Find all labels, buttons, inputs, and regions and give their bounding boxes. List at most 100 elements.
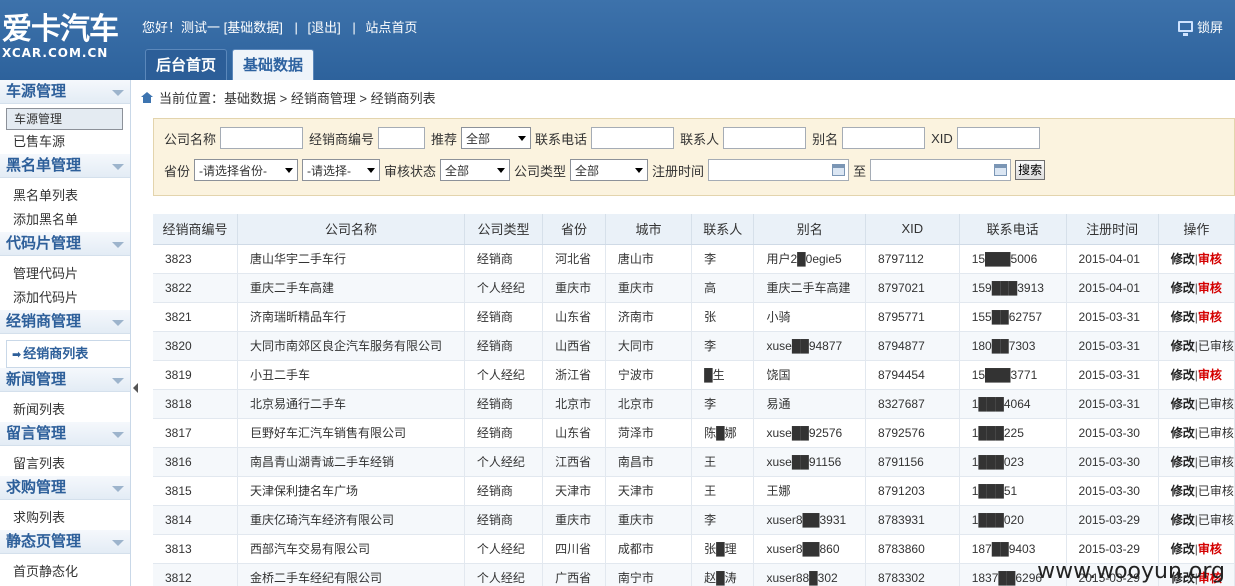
- cell-province: 重庆市: [542, 273, 606, 303]
- edit-link[interactable]: 修改: [1171, 426, 1195, 440]
- cell-alias: xuse██94877: [753, 331, 867, 361]
- topbar: 您好！测试一 [基础数据] | [退出] | 站点首页: [142, 20, 418, 35]
- dropdown-arrow-icon: [285, 167, 294, 173]
- audited-status: 已审核: [1197, 426, 1234, 440]
- recommend-select[interactable]: 全部: [461, 127, 532, 149]
- col-company-type[interactable]: 公司类型: [464, 214, 544, 245]
- cell-actions: 修改|已审核: [1158, 447, 1235, 477]
- cell-alias: 用户2█0egie5: [753, 244, 867, 274]
- col-province[interactable]: 省份: [542, 214, 606, 245]
- company-type-select[interactable]: 全部: [570, 159, 649, 181]
- cell-reg-date: 2015-03-31: [1066, 389, 1159, 419]
- cell-company-name: 金桥二手车经纪有限公司: [237, 563, 465, 586]
- audit-link[interactable]: 审核: [1198, 281, 1222, 295]
- edit-link[interactable]: 修改: [1171, 513, 1195, 527]
- edit-link[interactable]: 修改: [1171, 310, 1195, 324]
- province-select[interactable]: -请选择省份-: [194, 159, 299, 181]
- reg-date-to[interactable]: [870, 159, 1012, 181]
- cell-actions: 修改|已审核: [1158, 476, 1235, 506]
- sidebar-group-title[interactable]: 黑名单管理: [0, 154, 130, 178]
- sidebar-item-car-source[interactable]: 车源管理: [6, 108, 123, 130]
- contact-input[interactable]: [723, 127, 807, 149]
- alias-input[interactable]: [842, 127, 926, 149]
- tab-basic-data[interactable]: 基础数据: [232, 49, 315, 80]
- site-home-link[interactable]: 站点首页: [365, 20, 417, 35]
- cell-reg-date: 2015-03-31: [1066, 302, 1159, 332]
- lock-screen-button[interactable]: 锁屏: [1177, 17, 1223, 36]
- cell-xid: 8794877: [865, 331, 960, 361]
- xcar-logo[interactable]: 爱卡汽车 XCAR.COM.CN: [2, 14, 130, 64]
- phone-input[interactable]: [591, 127, 675, 149]
- sidebar-group-title[interactable]: 新闻管理: [0, 368, 130, 392]
- cell-province: 山东省: [542, 418, 606, 448]
- cell-xid: 8783860: [865, 534, 960, 564]
- sidebar-item-dealer-list[interactable]: ➡ 经销商列表: [6, 340, 130, 368]
- col-reg-date[interactable]: 注册时间: [1066, 214, 1159, 245]
- company-name-input[interactable]: [220, 127, 304, 149]
- sidebar-group-title[interactable]: 求购管理: [0, 476, 130, 500]
- cell-contact: █生: [691, 360, 755, 390]
- col-city[interactable]: 城市: [605, 214, 693, 245]
- audit-link[interactable]: 审核: [1198, 542, 1222, 556]
- search-button[interactable]: 搜索: [1015, 160, 1046, 180]
- col-alias[interactable]: 别名: [753, 214, 867, 245]
- cell-company-type: 经销商: [464, 476, 544, 506]
- calendar-icon[interactable]: [994, 164, 1008, 176]
- col-company-name[interactable]: 公司名称: [237, 214, 465, 245]
- sidebar-item-message-list[interactable]: 留言列表: [0, 452, 130, 476]
- col-dealer-no[interactable]: 经销商编号: [153, 214, 239, 245]
- cell-alias: 重庆二手车高建: [753, 273, 867, 303]
- tab-admin-home[interactable]: 后台首页: [145, 49, 228, 80]
- reg-date-from[interactable]: [708, 159, 850, 181]
- sidebar-collapse-icon[interactable]: [132, 382, 140, 394]
- cell-reg-date: 2015-03-30: [1066, 447, 1159, 477]
- audit-link[interactable]: 审核: [1198, 310, 1222, 324]
- sidebar-item-static-home[interactable]: 首页静态化: [0, 560, 130, 584]
- sidebar-item-news-list[interactable]: 新闻列表: [0, 398, 130, 422]
- edit-link[interactable]: 修改: [1171, 339, 1195, 353]
- edit-link[interactable]: 修改: [1171, 368, 1195, 382]
- sidebar-group-title[interactable]: 车源管理: [0, 80, 130, 104]
- sidebar-item-purchase-list[interactable]: 求购列表: [0, 506, 130, 530]
- cell-reg-date: 2015-04-01: [1066, 244, 1159, 274]
- cell-city: 宁波市: [605, 360, 693, 390]
- audit-link[interactable]: 审核: [1198, 368, 1222, 382]
- sidebar-group-title[interactable]: 代码片管理: [0, 232, 130, 256]
- cell-phone: 155██62757: [959, 302, 1067, 332]
- cell-contact: 李: [691, 244, 755, 274]
- logout-link[interactable]: [退出]: [307, 20, 340, 35]
- edit-link[interactable]: 修改: [1171, 397, 1195, 411]
- cell-reg-date: 2015-03-31: [1066, 360, 1159, 390]
- sidebar-item-add-blacklist[interactable]: 添加黑名单: [0, 208, 130, 232]
- col-xid[interactable]: XID: [865, 214, 960, 245]
- table-row: 3819 小丑二手车 个人经纪 浙江省 宁波市 █生 饶国 8794454 15███3771 2…: [153, 360, 1235, 390]
- xid-input[interactable]: [956, 127, 1040, 149]
- table-body: 3823 唐山华宇二手车行 经销商 河北省 唐山市李用户2█0egie5 8797112 1…: [153, 244, 1235, 586]
- edit-link[interactable]: 修改: [1171, 252, 1195, 266]
- cell-dealer-no: 3813: [153, 534, 239, 564]
- audit-status-select[interactable]: 全部: [440, 159, 511, 181]
- edit-link[interactable]: 修改: [1171, 484, 1195, 498]
- col-phone[interactable]: 联系电话: [959, 214, 1067, 245]
- sidebar-item-add-snippet[interactable]: 添加代码片: [0, 286, 130, 310]
- col-contact[interactable]: 联系人: [691, 214, 755, 245]
- edit-link[interactable]: 修改: [1171, 281, 1195, 295]
- dealer-no-input[interactable]: [378, 127, 426, 149]
- cell-city: 北京市: [605, 389, 693, 419]
- table-header-row: 经销商编号 公司名称 公司类型 省份 城市 联系人 别名 XID 联系电话 注册…: [153, 214, 1235, 245]
- calendar-icon[interactable]: [832, 164, 846, 176]
- search-row-2: 省份 -请选择省份- -请选择- 审核状态 全部 公司类型 全部 注册时间 至 …: [164, 159, 1046, 181]
- sidebar-item-sold[interactable]: 已售车源: [0, 130, 130, 154]
- cell-xid: 8795771: [865, 302, 960, 332]
- edit-link[interactable]: 修改: [1171, 542, 1195, 556]
- sidebar-group-title[interactable]: 留言管理: [0, 422, 130, 446]
- logo-cn: 爱卡汽车: [2, 12, 119, 47]
- cell-reg-date: 2015-03-29: [1066, 505, 1159, 535]
- sidebar-group-title[interactable]: 经销商管理: [0, 310, 130, 334]
- sidebar-item-blacklist[interactable]: 黑名单列表: [0, 184, 130, 208]
- audit-link[interactable]: 审核: [1198, 252, 1222, 266]
- edit-link[interactable]: 修改: [1171, 455, 1195, 469]
- sidebar-group-title[interactable]: 静态页管理: [0, 530, 130, 554]
- city-select[interactable]: -请选择-: [302, 159, 381, 181]
- sidebar-item-manage-snippets[interactable]: 管理代码片: [0, 262, 130, 286]
